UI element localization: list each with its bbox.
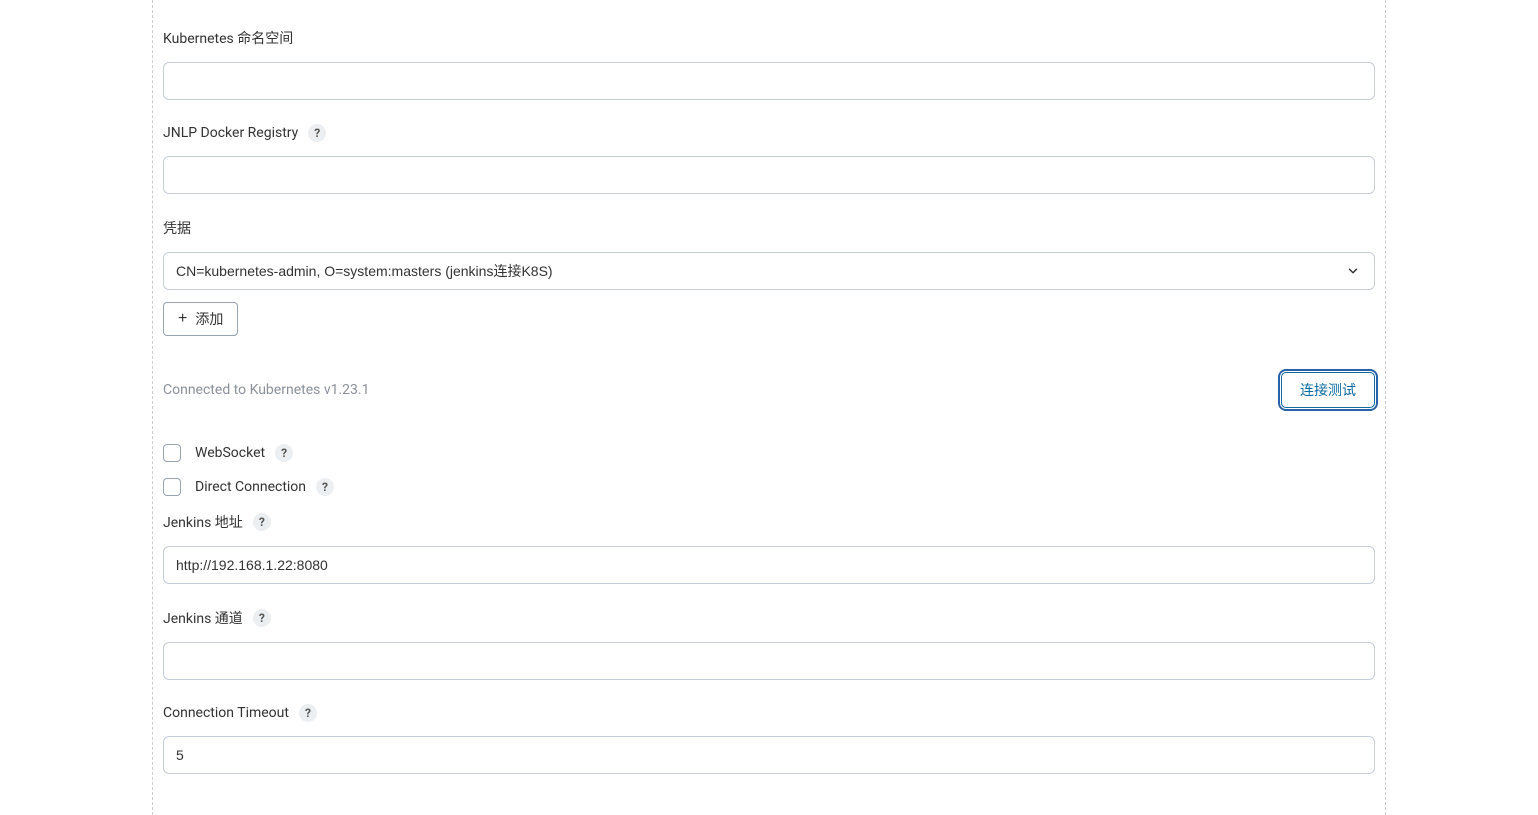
direct-connection-checkbox-label[interactable]: Direct Connection [195,479,306,495]
form-group-connection-timeout: Connection Timeout ? [163,704,1375,774]
checkbox-row-websocket: WebSocket ? [163,444,1375,462]
jenkins-tunnel-input[interactable] [163,642,1375,680]
dashed-border-left [152,0,153,815]
jnlp-registry-input[interactable] [163,156,1375,194]
dashed-border-right [1385,0,1386,815]
namespace-label: Kubernetes 命名空间 [163,28,1375,48]
websocket-checkbox[interactable] [163,444,181,462]
jenkins-tunnel-label: Jenkins 通道 ? [163,608,1375,628]
credentials-select[interactable]: CN=kubernetes-admin, O=system:masters (j… [163,252,1375,290]
connection-timeout-input[interactable] [163,736,1375,774]
form-container: Kubernetes 命名空间 JNLP Docker Registry ? 凭… [0,0,1538,774]
test-connection-button[interactable]: 连接测试 [1281,372,1375,408]
jenkins-url-label-text: Jenkins 地址 [163,512,243,532]
form-group-namespace: Kubernetes 命名空间 [163,28,1375,100]
status-row: Connected to Kubernetes v1.23.1 连接测试 [163,372,1375,408]
credentials-label: 凭据 [163,218,1375,238]
form-group-jenkins-tunnel: Jenkins 通道 ? [163,608,1375,680]
credentials-label-text: 凭据 [163,218,191,238]
websocket-checkbox-label[interactable]: WebSocket [195,445,265,461]
namespace-label-text: Kubernetes 命名空间 [163,28,293,48]
jenkins-url-label: Jenkins 地址 ? [163,512,1375,532]
plus-icon: + [178,310,187,328]
jnlp-registry-label-text: JNLP Docker Registry [163,125,298,141]
connection-status: Connected to Kubernetes v1.23.1 [163,382,369,398]
checkbox-row-direct-connection: Direct Connection ? [163,478,1375,496]
namespace-input[interactable] [163,62,1375,100]
form-group-jenkins-url: Jenkins 地址 ? [163,512,1375,584]
add-button-label: 添加 [195,309,223,329]
help-icon[interactable]: ? [275,444,293,462]
direct-connection-checkbox[interactable] [163,478,181,496]
form-group-credentials: 凭据 CN=kubernetes-admin, O=system:masters… [163,218,1375,336]
help-icon[interactable]: ? [299,704,317,722]
help-icon[interactable]: ? [253,513,271,531]
help-icon[interactable]: ? [316,478,334,496]
jenkins-url-input[interactable] [163,546,1375,584]
connection-timeout-label-text: Connection Timeout [163,705,289,721]
help-icon[interactable]: ? [253,609,271,627]
form-group-jnlp-registry: JNLP Docker Registry ? [163,124,1375,194]
jenkins-tunnel-label-text: Jenkins 通道 [163,608,243,628]
help-icon[interactable]: ? [308,124,326,142]
connection-timeout-label: Connection Timeout ? [163,704,1375,722]
add-credentials-button[interactable]: + 添加 [163,302,238,336]
jnlp-registry-label: JNLP Docker Registry ? [163,124,1375,142]
